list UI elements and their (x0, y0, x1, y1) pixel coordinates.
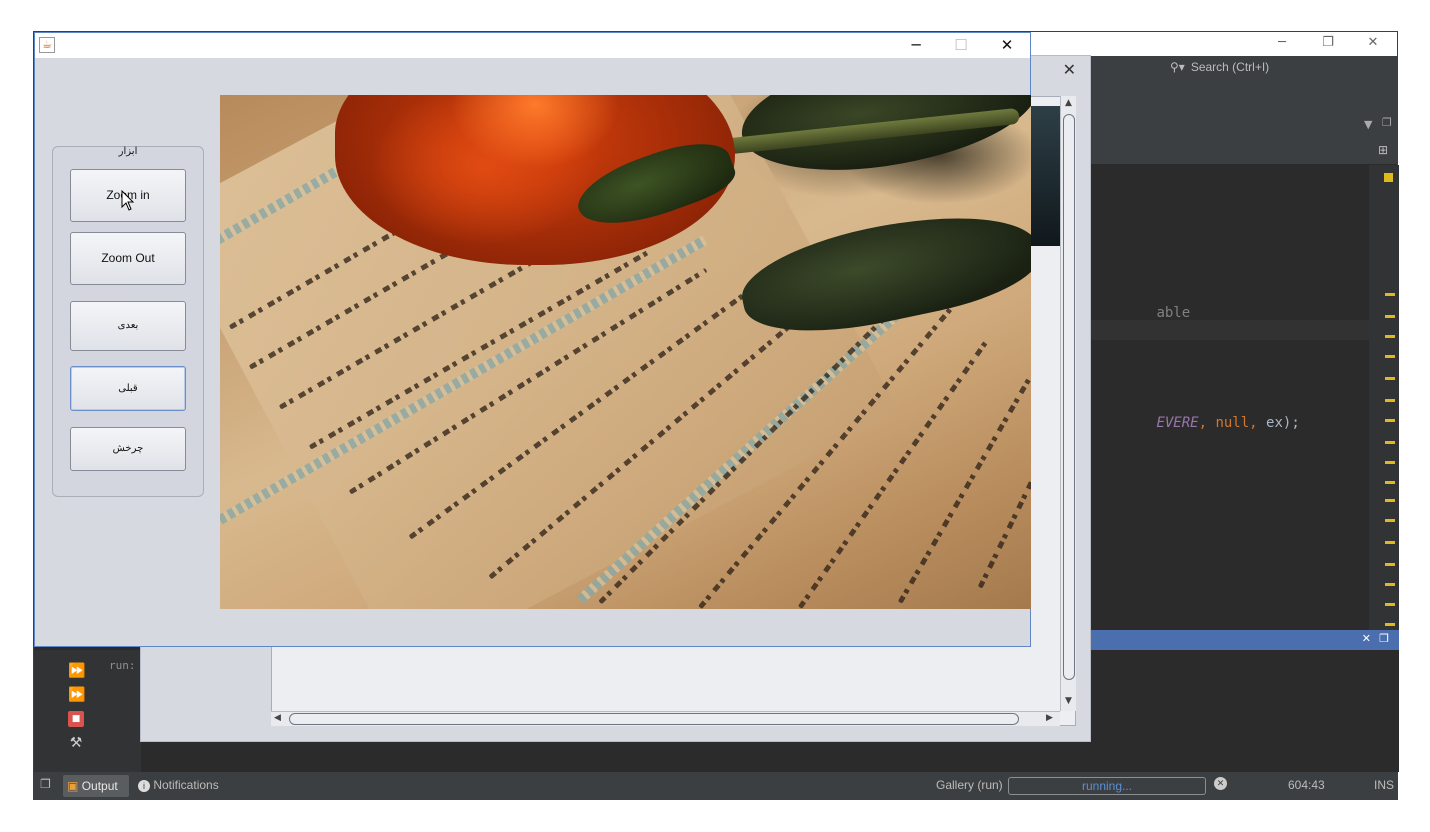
warning-mark[interactable] (1385, 563, 1395, 566)
rerun-icon[interactable]: ⏩ (68, 663, 85, 679)
gallery-image (220, 95, 1031, 609)
ide-restore-button[interactable]: ❐ (1313, 35, 1343, 53)
progress-bar: running... (1008, 777, 1206, 795)
minimize-button[interactable]: ─ (894, 35, 938, 56)
vertical-scrollbar[interactable]: ▲ ▼ (1060, 96, 1076, 711)
restore-pane-icon[interactable]: ❐ (40, 777, 51, 791)
ide-close-button[interactable]: ✕ (1358, 35, 1388, 53)
warning-mark[interactable] (1385, 419, 1395, 422)
search-placeholder: Search (Ctrl+I) (1190, 60, 1270, 74)
gallery-window: ☕ ─ ☐ ✕ ابزار Zoom in Zoom Out بعدی قبلی… (34, 32, 1031, 647)
warning-mark[interactable] (1385, 481, 1395, 484)
status-indicator (1384, 173, 1393, 182)
notifications-tab[interactable]: i Notifications (138, 778, 219, 792)
warning-mark[interactable] (1385, 519, 1395, 522)
zoom-out-button[interactable]: Zoom Out (70, 232, 186, 285)
maximize-button[interactable]: ☐ (939, 35, 983, 56)
close-icon[interactable]: ✕ (1063, 60, 1076, 79)
dropdown-icon[interactable]: ▼ (1364, 118, 1372, 131)
warning-mark[interactable] (1385, 499, 1395, 502)
mouse-cursor-icon (121, 190, 135, 211)
restore-pane-icon[interactable]: ❐ (1379, 632, 1389, 645)
output-icon: ▣ (67, 779, 79, 793)
close-icon[interactable]: ✕ (1362, 632, 1371, 645)
tools-panel-title: ابزار (118, 146, 138, 157)
warning-mark[interactable] (1385, 335, 1395, 338)
stop-icon[interactable]: ■ (68, 711, 84, 727)
output-tab[interactable]: ▣ Output (63, 775, 129, 797)
warning-mark[interactable] (1385, 355, 1395, 358)
script-line (977, 406, 1031, 589)
desktop: ─ ❐ ✕ ⚲▾ Search (Ctrl+I) ▼ ❐ ⊞ able EVERE… (0, 0, 1430, 832)
code-line: able (1156, 305, 1191, 321)
ide-search-box[interactable]: ⚲▾ Search (Ctrl+I) (1170, 60, 1370, 78)
close-button[interactable]: ✕ (985, 35, 1029, 56)
settings-icon[interactable]: ⚒ (68, 735, 84, 751)
scroll-thumb[interactable] (1063, 114, 1075, 680)
scroll-up-icon[interactable]: ▲ (1065, 98, 1072, 108)
horizontal-scrollbar[interactable]: ◀ ▶ (271, 711, 1060, 726)
cancel-task-icon[interactable]: ✕ (1214, 777, 1227, 790)
ide-statusbar: ❐ ▣ Output i Notifications Gallery (run)… (34, 772, 1397, 800)
warning-mark[interactable] (1385, 461, 1395, 464)
tab-list-icon[interactable]: ⊞ (1378, 143, 1388, 157)
warning-mark[interactable] (1385, 623, 1395, 626)
next-button[interactable]: بعدی (70, 301, 186, 351)
warning-mark[interactable] (1385, 399, 1395, 402)
task-name: Gallery (run) (936, 778, 1003, 792)
caret-position: 604:43 (1288, 778, 1325, 792)
rotate-button[interactable]: چرخش (70, 427, 186, 471)
scroll-right-icon[interactable]: ▶ (1046, 713, 1053, 723)
gallery-titlebar: ☕ ─ ☐ ✕ (35, 33, 1030, 58)
warning-mark[interactable] (1385, 377, 1395, 380)
error-stripe[interactable] (1369, 165, 1399, 646)
scroll-left-icon[interactable]: ◀ (274, 713, 281, 723)
warning-mark[interactable] (1385, 603, 1395, 606)
scroll-thumb[interactable] (289, 713, 1019, 725)
rerun-with-options-icon[interactable]: ⏩ (68, 687, 85, 703)
restore-pane-icon[interactable]: ❐ (1382, 116, 1392, 129)
scroll-down-icon[interactable]: ▼ (1065, 696, 1072, 706)
insert-mode: INS (1374, 778, 1395, 792)
search-icon: ⚲▾ (1170, 60, 1185, 74)
code-line: EVERE, null, ex); (1156, 415, 1300, 431)
image-preview (1029, 106, 1061, 246)
info-icon: i (138, 780, 150, 792)
warning-mark[interactable] (1385, 293, 1395, 296)
script-line (897, 376, 1031, 604)
ide-minimize-button[interactable]: ─ (1267, 35, 1297, 53)
output-text: run: (109, 659, 136, 672)
java-icon: ☕ (39, 37, 55, 53)
warning-mark[interactable] (1385, 583, 1395, 586)
output-panel-header: ✕ ❐ (1089, 630, 1399, 650)
warning-mark[interactable] (1385, 441, 1395, 444)
warning-mark[interactable] (1385, 315, 1395, 318)
warning-mark[interactable] (1385, 541, 1395, 544)
previous-button[interactable]: قبلی (70, 366, 186, 411)
